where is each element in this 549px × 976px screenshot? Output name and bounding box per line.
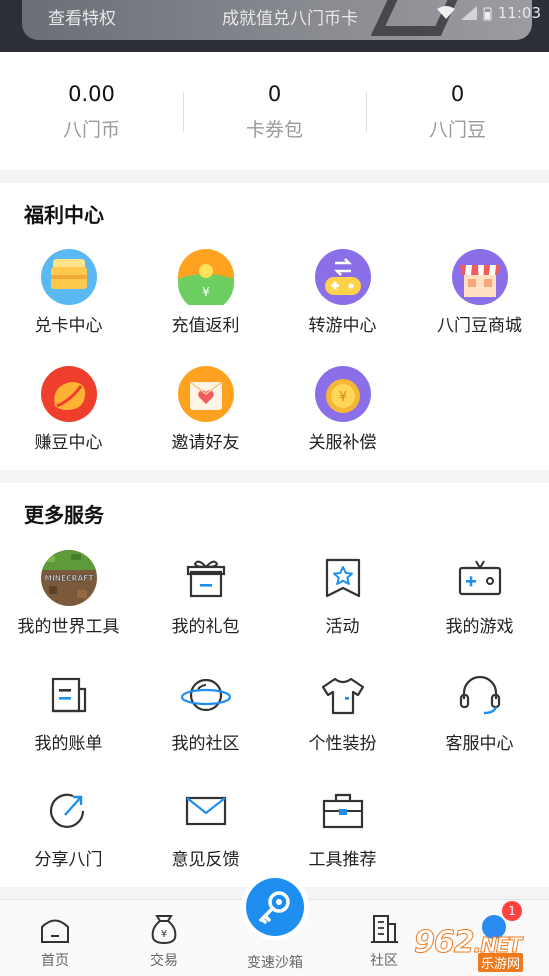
coins-value: 0.00 [68,82,115,106]
more-services-section: 更多服务 MINECRAFT 我的世界工具 我的礼包 活动 我的游戏 我的账单 … [0,483,549,887]
nav-home-label: 首页 [41,953,69,969]
my-community-label: 我的社区 [171,734,240,754]
home-icon [41,919,69,943]
redeem-coin-card-link[interactable]: 成就值兑八门币卡 [222,4,358,29]
nav-home[interactable]: 首页 [15,912,95,970]
earn-beans-label: 赚豆中心 [34,433,103,453]
stat-coupons[interactable]: 0 卡券包 [183,52,366,170]
shutdown-compensation-label: 关服补偿 [308,433,377,453]
earn-beans-icon [40,366,97,422]
welfare-section-title: 福利中心 [24,203,104,227]
watermark-sub: 乐游网 [478,953,524,972]
tool-recommend-label: 工具推荐 [308,850,377,870]
my-games-label: 我的游戏 [445,617,514,637]
customer-service-label: 客服中心 [445,734,514,754]
activity-label: 活动 [325,617,360,637]
recharge-rebate-label: 充值返利 [171,316,240,336]
dress-up-label: 个性装扮 [308,734,377,754]
signal-icon [460,6,477,20]
status-bar: 11:03 [436,4,541,22]
speed-sandbox-label: 变速沙箱 [247,955,303,971]
headset-icon [459,675,500,715]
gift-icon [186,560,225,598]
notification-badge: 1 [502,901,522,921]
card-exchange-icon [40,249,97,305]
card-exchange-item[interactable]: 兑卡中心 [0,249,137,336]
game-transfer-icon [314,249,371,305]
nav-trade-label: 交易 [150,953,178,969]
stat-beans[interactable]: 0 八门豆 [366,52,549,170]
status-time: 11:03 [497,4,541,22]
game-transfer-item[interactable]: 转游中心 [274,249,411,336]
planet-icon [180,678,231,712]
recharge-rebate-icon: ¥ [177,249,234,305]
customer-service-item[interactable]: 客服中心 [411,667,548,754]
bean-mall-icon [451,249,508,305]
my-community-item[interactable]: 我的社区 [137,667,274,754]
minecraft-icon-text: MINECRAFT [44,574,94,583]
bill-icon [51,677,86,713]
my-games-item[interactable]: 我的游戏 [411,550,548,637]
bean-mall-item[interactable]: 八门豆商城 [411,249,548,336]
card-exchange-label: 兑卡中心 [34,316,103,336]
beans-label: 八门豆 [428,119,486,141]
coupons-label: 卡券包 [245,119,303,141]
more-section-title: 更多服务 [24,503,104,527]
nav-community[interactable]: 社区 [344,912,424,970]
feedback-label: 意见反馈 [171,850,240,870]
coupons-value: 0 [267,82,282,106]
recharge-rebate-item[interactable]: ¥ 充值返利 [137,249,274,336]
tshirt-icon [321,677,364,715]
welfare-center-section: 福利中心 兑卡中心 ¥ 充值返利 转游中心 八门豆商城 赚豆中心 邀请好友 ¥ … [0,183,549,470]
game-transfer-label: 转游中心 [308,316,377,336]
dress-up-item[interactable]: 个性装扮 [274,667,411,754]
nav-community-label: 社区 [370,953,398,969]
my-gifts-item[interactable]: 我的礼包 [137,550,274,637]
gamepad-icon [458,560,501,596]
feedback-item[interactable]: 意见反馈 [137,783,274,870]
my-bills-item[interactable]: 我的账单 [0,667,137,754]
shutdown-compensation-icon: ¥ [314,366,371,422]
speed-sandbox-button[interactable] [246,878,304,936]
building-icon [371,915,398,943]
account-stats: 0.00 八门币 0 卡券包 0 八门豆 [0,52,549,170]
watermark-brand: 962 [414,925,476,961]
my-gifts-label: 我的礼包 [171,617,240,637]
top-banner[interactable]: 查看特权 成就值兑八门币卡 11:03 [0,0,549,52]
minecraft-tools-item[interactable]: MINECRAFT 我的世界工具 [0,550,137,637]
invite-friends-icon [177,366,234,422]
key-icon [259,891,290,924]
mail-icon [185,796,226,826]
svg-text:¥: ¥ [338,390,346,405]
battery-icon [483,7,492,20]
trade-icon-text: ¥ [161,929,167,940]
bean-mall-label: 八门豆商城 [437,316,522,336]
svg-text:¥: ¥ [202,285,210,299]
share-item[interactable]: 分享八门 [0,783,137,870]
wifi-icon [436,6,455,19]
view-privileges-link[interactable]: 查看特权 [48,4,116,29]
share-label: 分享八门 [34,850,103,870]
minecraft-icon: MINECRAFT [40,550,97,606]
invite-friends-label: 邀请好友 [171,433,240,453]
invite-friends-item[interactable]: 邀请好友 [137,366,274,453]
stat-coins[interactable]: 0.00 八门币 [0,52,183,170]
beans-value: 0 [450,82,465,106]
share-icon [49,793,84,828]
shutdown-compensation-item[interactable]: ¥ 关服补偿 [274,366,411,453]
minecraft-tools-label: 我的世界工具 [17,617,120,637]
money-bag-icon: ¥ [151,915,177,945]
coins-label: 八门币 [62,119,120,141]
activity-item[interactable]: 活动 [274,550,411,637]
my-bills-label: 我的账单 [34,734,103,754]
earn-beans-item[interactable]: 赚豆中心 [0,366,137,453]
activity-star-icon [325,558,360,598]
tool-recommend-item[interactable]: 工具推荐 [274,783,411,870]
nav-trade[interactable]: ¥ 交易 [124,912,204,970]
toolbox-icon [322,793,363,829]
